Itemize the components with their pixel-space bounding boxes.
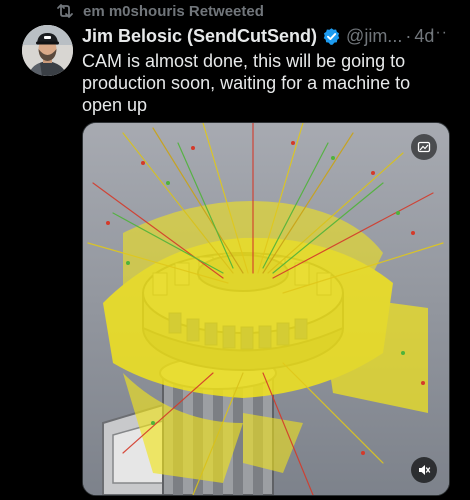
tweet-text: CAM is almost done, this will be going t… xyxy=(82,51,411,115)
author-handle[interactable]: @jim... xyxy=(346,26,402,47)
more-options-icon[interactable]: ··· xyxy=(429,24,448,42)
retweet-label: em m0shouris Retweeted xyxy=(83,2,264,20)
author-name[interactable]: Jim Belosic (SendCutSend) xyxy=(82,26,317,47)
retweet-icon xyxy=(55,3,75,19)
tweet-media-video[interactable] xyxy=(82,122,450,496)
separator-dot: · xyxy=(405,25,412,46)
avatar[interactable] xyxy=(22,25,73,76)
verified-badge-icon xyxy=(322,27,341,46)
retweet-indicator[interactable]: em m0shouris Retweeted xyxy=(55,0,264,22)
gif-icon[interactable] xyxy=(411,134,437,160)
mute-icon[interactable] xyxy=(411,457,437,483)
tweet-header: Jim Belosic (SendCutSend) @jim... · 4d xyxy=(82,24,456,48)
